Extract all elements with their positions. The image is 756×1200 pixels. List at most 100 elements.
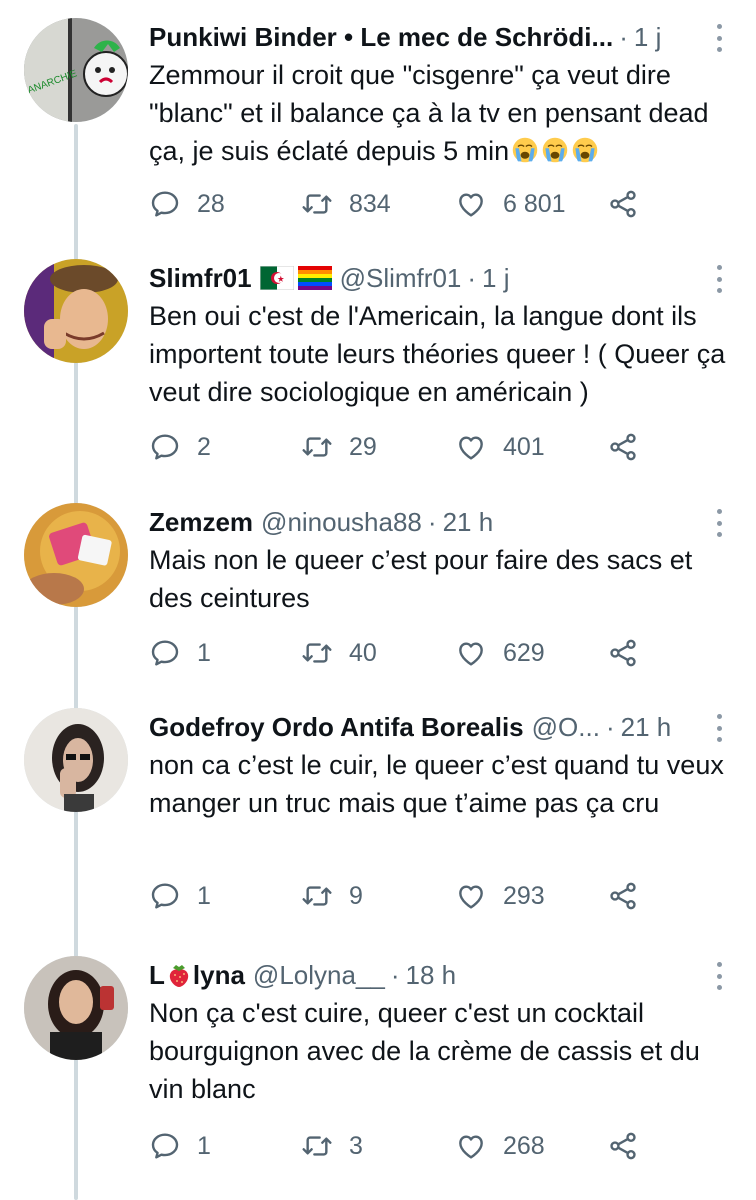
more-options-icon[interactable] xyxy=(709,962,729,990)
separator: · xyxy=(619,21,628,52)
reply-button[interactable]: 2 xyxy=(149,431,211,463)
reply-icon xyxy=(149,880,181,912)
avatar[interactable] xyxy=(24,708,128,812)
like-count: 401 xyxy=(503,432,545,461)
share-button[interactable] xyxy=(607,637,639,669)
heart-icon xyxy=(455,1130,487,1162)
crying-face-emoji-icon xyxy=(511,136,539,164)
more-options-icon[interactable] xyxy=(709,509,729,537)
avatar-photo-image xyxy=(24,259,128,363)
share-icon xyxy=(607,637,639,669)
retweet-button[interactable]: 29 xyxy=(301,431,377,463)
flag-emojis xyxy=(259,266,332,290)
heart-icon xyxy=(455,431,487,463)
like-button[interactable]: 293 xyxy=(455,880,545,912)
more-options-icon[interactable] xyxy=(709,265,729,293)
reply-count: 1 xyxy=(197,1131,211,1160)
tweet-text: Non ça c'est cuire, queer c'est un cockt… xyxy=(149,998,700,1104)
like-count: 268 xyxy=(503,1131,545,1160)
more-options-icon[interactable] xyxy=(709,24,729,52)
avatar-photo-image xyxy=(24,708,128,812)
retweet-icon xyxy=(301,431,333,463)
reply-button[interactable]: 1 xyxy=(149,1130,211,1162)
retweet-count: 834 xyxy=(349,189,391,218)
heart-icon xyxy=(455,188,487,220)
retweet-button[interactable]: 3 xyxy=(301,1130,363,1162)
like-count: 629 xyxy=(503,638,545,667)
display-name[interactable]: Zemzem xyxy=(149,507,253,538)
reply-icon xyxy=(149,637,181,669)
tweet-actions: 1 9 293 xyxy=(149,876,649,916)
display-name[interactable]: Godefroy Ordo Antifa Borealis xyxy=(149,712,524,743)
reply-count: 28 xyxy=(197,189,225,218)
tweet-header: Punkiwi Binder • Le mec de Schrödi... · … xyxy=(149,18,739,56)
tweet-text: Ben oui c'est de l'Americain, la langue … xyxy=(149,301,726,407)
heart-icon xyxy=(455,880,487,912)
timestamp[interactable]: 21 h xyxy=(621,712,672,743)
strawberry-emoji-icon xyxy=(169,964,189,987)
like-button[interactable]: 6 801 xyxy=(455,188,566,220)
reply-button[interactable]: 1 xyxy=(149,637,211,669)
user-handle[interactable]: @O... xyxy=(532,712,600,743)
reply-icon xyxy=(149,1130,181,1162)
timestamp[interactable]: 1 j xyxy=(634,22,661,53)
separator: · xyxy=(605,711,615,742)
avatar[interactable] xyxy=(24,503,128,607)
retweet-count: 9 xyxy=(349,881,363,910)
timestamp[interactable]: 21 h xyxy=(443,507,494,538)
retweet-button[interactable]: 40 xyxy=(301,637,377,669)
tweet-actions: 2 29 401 xyxy=(149,427,649,467)
separator: · xyxy=(427,506,437,537)
reply-count: 2 xyxy=(197,432,211,461)
retweet-button[interactable]: 9 xyxy=(301,880,363,912)
share-button[interactable] xyxy=(607,431,639,463)
avatar-cartoon-image: ANARCHIE xyxy=(24,18,128,122)
display-name[interactable]: Slimfr01 xyxy=(149,263,252,294)
rainbow-flag-icon xyxy=(297,266,332,290)
tweet-text: Mais non le queer c’est pour faire des s… xyxy=(149,545,693,613)
like-count: 6 801 xyxy=(503,189,566,218)
display-name[interactable]: Llyna xyxy=(149,960,245,991)
like-button[interactable]: 629 xyxy=(455,637,545,669)
tweet-header: Slimfr01 @Slimfr01 · 1 j xyxy=(149,259,739,297)
share-button[interactable] xyxy=(607,1130,639,1162)
user-handle[interactable]: @Slimfr01 xyxy=(340,263,462,294)
display-name[interactable]: Punkiwi Binder • Le mec de Schrödi... xyxy=(149,22,613,53)
tweet-header: Llyna @Lolyna__ · 18 h xyxy=(149,956,739,994)
reply-button[interactable]: 1 xyxy=(149,880,211,912)
tweet-header: Zemzem @ninousha88 · 21 h xyxy=(149,503,739,541)
tweet-header: Godefroy Ordo Antifa Borealis @O... · 21… xyxy=(149,708,739,746)
user-handle[interactable]: @ninousha88 xyxy=(261,507,422,538)
retweet-icon xyxy=(301,188,333,220)
reply-count: 1 xyxy=(197,638,211,667)
like-button[interactable]: 268 xyxy=(455,1130,545,1162)
separator: · xyxy=(467,262,477,293)
reply-icon xyxy=(149,431,181,463)
avatar-photo-image xyxy=(24,956,128,1060)
retweet-button[interactable]: 834 xyxy=(301,188,391,220)
reply-count: 1 xyxy=(197,881,211,910)
heart-icon xyxy=(455,637,487,669)
retweet-count: 29 xyxy=(349,432,377,461)
retweet-icon xyxy=(301,880,333,912)
retweet-icon xyxy=(301,1130,333,1162)
avatar[interactable] xyxy=(24,259,128,363)
share-icon xyxy=(607,1130,639,1162)
share-icon xyxy=(607,431,639,463)
tweet-actions: 1 3 268 xyxy=(149,1126,649,1166)
algeria-flag-icon xyxy=(259,266,294,290)
timestamp[interactable]: 18 h xyxy=(406,960,457,991)
more-options-icon[interactable] xyxy=(709,714,729,742)
avatar[interactable]: ANARCHIE xyxy=(24,18,128,122)
like-button[interactable]: 401 xyxy=(455,431,545,463)
avatar[interactable] xyxy=(24,956,128,1060)
timestamp[interactable]: 1 j xyxy=(482,263,509,294)
share-icon xyxy=(607,188,639,220)
retweet-count: 40 xyxy=(349,638,377,667)
user-handle[interactable]: @Lolyna__ xyxy=(253,960,385,991)
reply-button[interactable]: 28 xyxy=(149,188,225,220)
separator: · xyxy=(390,959,400,990)
share-button[interactable] xyxy=(607,880,639,912)
tweet-actions: 1 40 629 xyxy=(149,633,649,673)
share-button[interactable] xyxy=(607,188,639,220)
